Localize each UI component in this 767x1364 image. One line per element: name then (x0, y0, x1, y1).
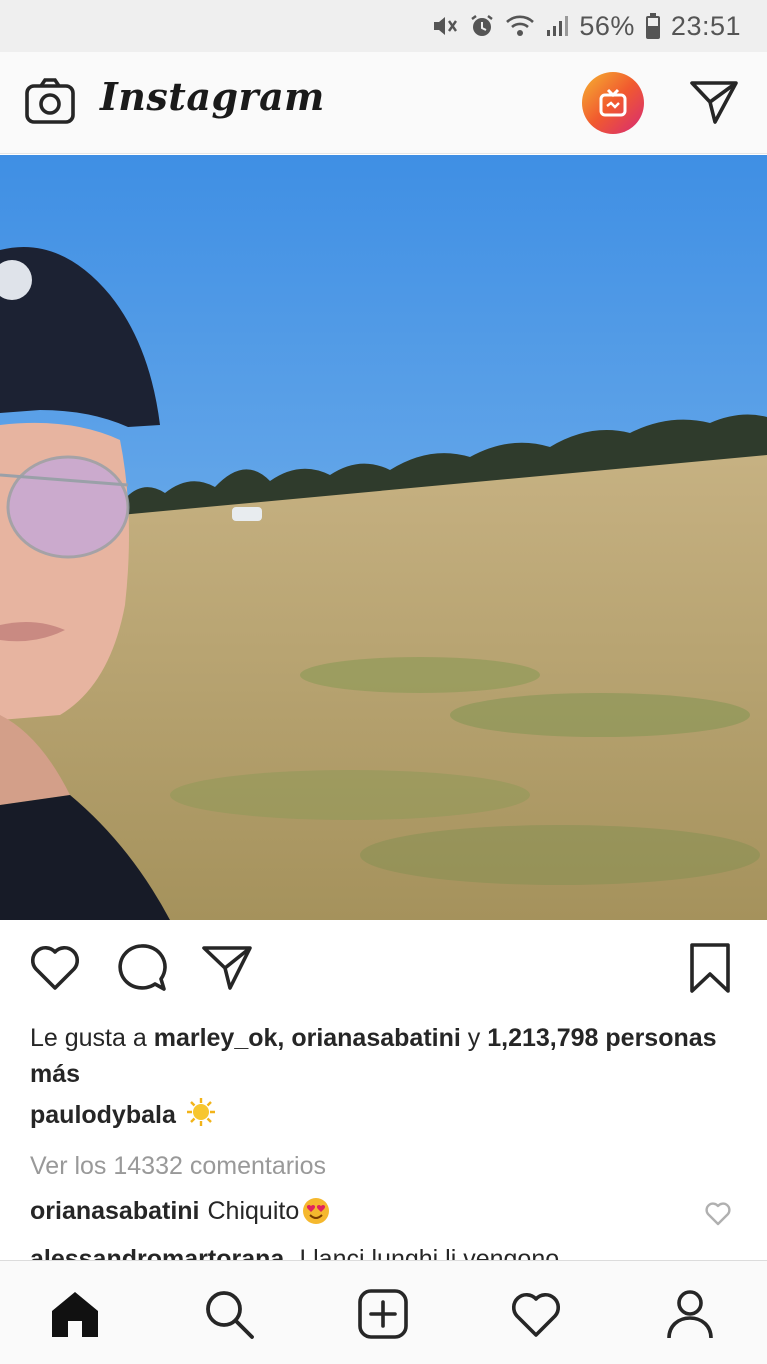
clock: 23:51 (670, 10, 741, 41)
battery-icon (645, 12, 661, 40)
likes-prefix: Le gusta a (30, 1024, 147, 1052)
comment-username[interactable]: orianasabatini (30, 1197, 200, 1226)
activity-icon[interactable] (509, 1287, 563, 1341)
bottom-nav (0, 1260, 767, 1364)
liker-2[interactable]: orianasabatini (291, 1024, 461, 1052)
likes-text: Le gusta a marley_ok, orianasabatini y 1… (30, 1020, 730, 1092)
profile-icon[interactable] (663, 1287, 717, 1341)
caption-username[interactable]: paulodybala (30, 1101, 176, 1130)
alarm-icon (469, 13, 495, 39)
comment-row: alessandromartorana I lanci lunghi li ve… (30, 1244, 559, 1260)
comment-icon[interactable] (114, 942, 168, 999)
comment-like-icon[interactable] (704, 1200, 732, 1231)
mute-icon (431, 13, 459, 39)
new-post-icon[interactable] (356, 1287, 410, 1341)
wifi-icon (505, 14, 535, 38)
like-icon[interactable] (28, 942, 82, 997)
liker-1[interactable]: marley_ok, (154, 1024, 285, 1052)
instagram-logo: Instagram (100, 74, 325, 119)
share-icon[interactable] (200, 942, 254, 997)
post-actions (0, 920, 767, 1020)
post-caption: paulodybala (30, 1097, 216, 1134)
likes-count[interactable]: 1,213,798 (487, 1024, 598, 1052)
heart-eyes-emoji-icon (301, 1196, 331, 1226)
comment-username[interactable]: alessandromartorana (30, 1245, 284, 1260)
post-photo[interactable] (0, 155, 767, 920)
direct-message-icon[interactable] (688, 78, 740, 126)
battery-percent: 56% (579, 10, 635, 41)
signal-icon (545, 14, 569, 38)
comment-row: orianasabatini Chiquito (30, 1196, 331, 1226)
likes-connector: y (467, 1024, 481, 1052)
status-bar: 56% 23:51 (0, 0, 767, 52)
camera-icon[interactable] (24, 76, 76, 128)
view-all-comments[interactable]: Ver los 14332 comentarios (30, 1152, 326, 1181)
bookmark-icon[interactable] (688, 942, 732, 999)
sun-emoji-icon (186, 1097, 216, 1134)
search-icon[interactable] (202, 1287, 256, 1341)
home-icon[interactable] (48, 1287, 102, 1341)
comment-text: I lanci lunghi li vengono (299, 1245, 560, 1260)
comment-text: Chiquito (207, 1196, 300, 1225)
app-header: Instagram (0, 52, 767, 154)
igtv-icon[interactable] (582, 72, 644, 134)
